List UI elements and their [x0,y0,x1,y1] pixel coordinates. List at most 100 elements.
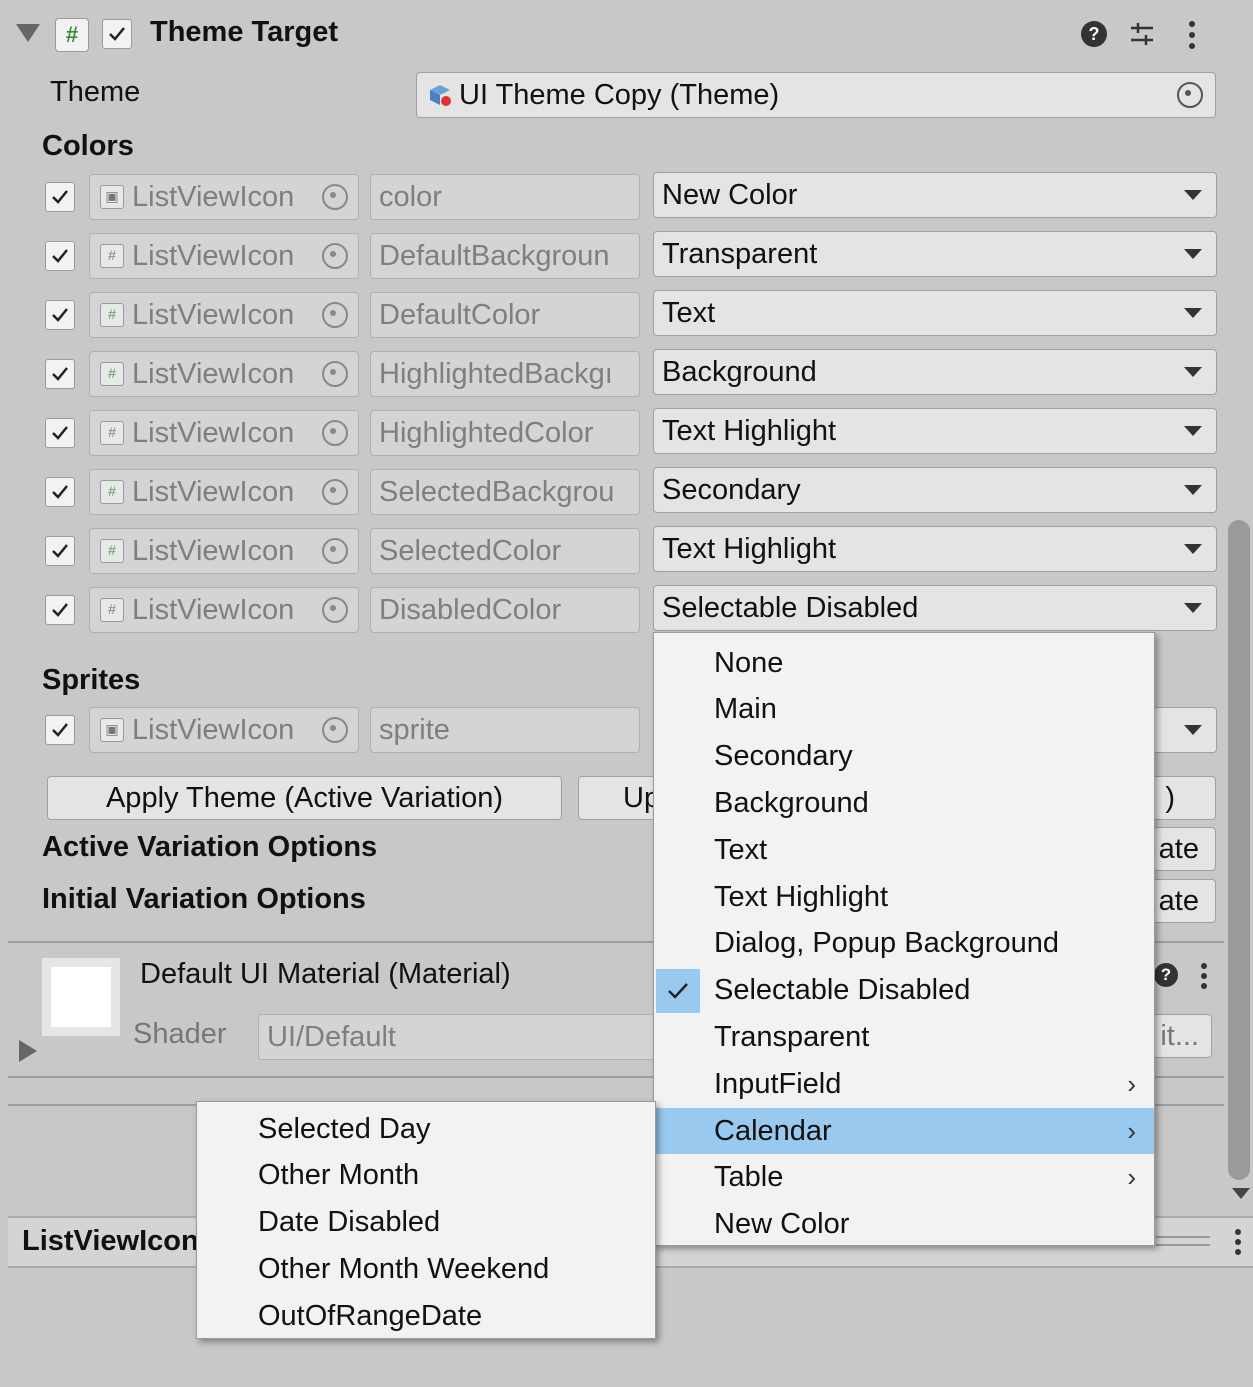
color-row-checkbox[interactable] [45,300,75,330]
image-icon: ▣ [100,718,124,742]
color-row-checkbox[interactable] [45,359,75,389]
color-target-field[interactable]: # ListViewIcon [89,410,359,456]
script-icon: # [100,421,124,445]
sprite-property-field[interactable]: sprite [370,707,640,753]
object-picker-icon[interactable] [322,538,348,564]
color-row-checkbox[interactable] [45,595,75,625]
color-row-checkbox[interactable] [45,418,75,448]
color-target-field[interactable]: # ListViewIcon [89,233,359,279]
sprite-target-field[interactable]: ▣ ListViewIcon [89,707,359,753]
submenu-item[interactable]: Other Month [197,1153,655,1199]
menu-item[interactable]: InputField › [654,1061,1154,1107]
theme-object-field[interactable]: UI Theme Copy (Theme) [416,72,1216,118]
sprite-row-checkbox[interactable] [45,715,75,745]
menu-item-label: Main [714,693,777,726]
material-foldout-icon[interactable] [19,1040,37,1062]
menu-item[interactable]: Selectable Disabled [654,968,1154,1014]
color-target-field[interactable]: # ListViewIcon [89,292,359,338]
color-row-checkbox[interactable] [45,536,75,566]
color-value-dropdown[interactable]: Text Highlight [653,526,1217,572]
color-target-field[interactable]: ▣ ListViewIcon [89,174,359,220]
menu-item[interactable]: New Color [654,1202,1154,1248]
initial-update-label: ate [1158,884,1199,917]
theme-value: UI Theme Copy (Theme) [459,78,780,111]
color-row-checkbox[interactable] [45,477,75,507]
color-target-field[interactable]: # ListViewIcon [89,587,359,633]
menu-item[interactable]: Background [654,780,1154,826]
color-value-label: New Color [662,178,798,211]
initial-variation-options[interactable]: Initial Variation Options [42,883,366,916]
material-name: Default UI Material (Material) [140,958,511,990]
object-picker-icon[interactable] [322,420,348,446]
color-value-dropdown[interactable]: Text Highlight [653,408,1217,454]
color-property-field[interactable]: DefaultColor [370,292,640,338]
color-row-checkbox[interactable] [45,182,75,212]
color-value-label: Selectable Disabled [662,591,919,624]
object-picker-icon[interactable] [322,597,348,623]
theme-label: Theme [50,76,141,108]
active-variation-options[interactable]: Active Variation Options [42,831,377,864]
colors-heading: Colors [42,130,134,162]
scroll-down-icon[interactable] [1232,1188,1250,1199]
color-property-field[interactable]: DisabledColor [370,587,640,633]
submenu-item[interactable]: Selected Day [197,1106,655,1152]
object-picker-icon[interactable] [322,717,348,743]
submenu-item[interactable]: Date Disabled [197,1200,655,1246]
color-value-label: Text Highlight [662,532,837,565]
color-value-dropdown[interactable]: Text [653,290,1217,336]
menu-item[interactable]: Text [654,827,1154,873]
color-value-dropdown[interactable]: Selectable Disabled [653,585,1217,631]
object-picker-icon[interactable] [322,302,348,328]
script-icon: # [100,539,124,563]
script-icon: # [100,244,124,268]
color-target-label: ListViewIcon [132,298,295,331]
edit-shader-label: it... [1160,1019,1199,1052]
color-dropdown-menu: None Main Secondary Background Text Text High… [653,632,1155,1246]
menu-item[interactable]: Transparent [654,1014,1154,1060]
material-help-icon[interactable]: ? [1154,963,1178,987]
object-picker-icon[interactable] [322,243,348,269]
color-property-field[interactable]: SelectedColor [370,528,640,574]
menu-item[interactable]: Main [654,687,1154,733]
color-value-dropdown[interactable]: Transparent [653,231,1217,277]
menu-item-label: Secondary [714,740,853,773]
color-property-field[interactable]: DefaultBackgroun [370,233,640,279]
check-icon [656,968,700,1013]
material-more-icon[interactable] [1195,962,1213,990]
menu-item[interactable]: Table › [654,1155,1154,1201]
color-value-dropdown[interactable]: Background [653,349,1217,395]
color-target-field[interactable]: # ListViewIcon [89,351,359,397]
apply-theme-active-button[interactable]: Apply Theme (Active Variation) [47,776,562,820]
object-picker-icon[interactable] [322,184,348,210]
chevron-down-icon [1184,485,1202,495]
material-preview [42,958,120,1036]
object-picker-icon[interactable] [322,361,348,387]
color-target-field[interactable]: # ListViewIcon [89,469,359,515]
object-picker-icon[interactable] [322,479,348,505]
color-property-field[interactable]: HighlightedColor [370,410,640,456]
menu-item[interactable]: Text Highlight [654,874,1154,920]
color-property-field[interactable]: SelectedBackgrou [370,469,640,515]
color-target-field[interactable]: # ListViewIcon [89,528,359,574]
help-icon[interactable]: ? [1081,21,1107,47]
more-options-icon[interactable] [1182,20,1202,50]
preview-more-icon[interactable] [1230,1228,1246,1256]
foldout-arrow-icon[interactable] [16,24,40,42]
object-picker-icon[interactable] [1177,82,1203,108]
component-enabled-checkbox[interactable] [102,19,132,49]
menu-item[interactable]: None [654,640,1154,686]
submenu-item[interactable]: OutOfRangeDate [197,1293,655,1339]
color-row-checkbox[interactable] [45,241,75,271]
submenu-item[interactable]: Other Month Weekend [197,1246,655,1292]
shader-dropdown[interactable]: UI/Default [258,1014,678,1060]
menu-item[interactable]: Dialog, Popup Background [654,921,1154,967]
menu-item[interactable]: Secondary [654,734,1154,780]
menu-item[interactable]: Calendar › [654,1108,1154,1154]
color-property-field[interactable]: color [370,174,640,220]
inspector-scrollbar[interactable] [1228,520,1250,1180]
color-property-field[interactable]: HighlightedBackgı [370,351,640,397]
preview-resize-handle[interactable] [1156,1236,1210,1246]
color-value-dropdown[interactable]: New Color [653,172,1217,218]
presets-icon[interactable] [1128,20,1156,48]
color-value-dropdown[interactable]: Secondary [653,467,1217,513]
